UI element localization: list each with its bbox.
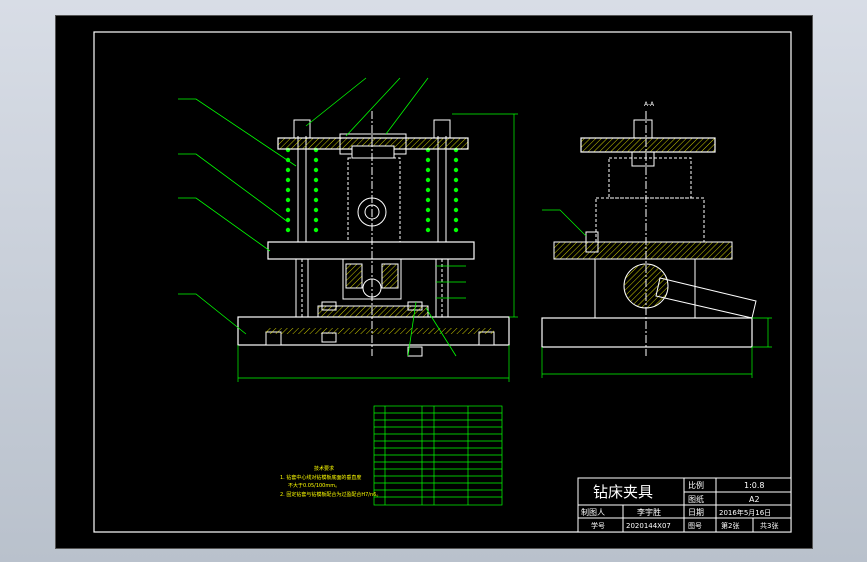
drawer-label: 制图人 xyxy=(581,507,605,517)
right-spring xyxy=(425,147,459,233)
left-column xyxy=(295,258,309,318)
drawing-canvas: A-A 技术要求 1. 钻套中心线对钻模板底面的垂直度 不大于0.05/100m… xyxy=(93,31,792,533)
sheet-size-label: 图纸 xyxy=(688,494,704,504)
drawing-no-label: 图号 xyxy=(688,522,702,530)
sheet-size-value: A2 xyxy=(749,495,760,504)
notes-line-1: 1. 钻套中心线对钻模板底面的垂直度 xyxy=(280,474,361,481)
total-count: 共3张 xyxy=(760,521,778,530)
student-no-value: 2020144X07 xyxy=(626,522,671,530)
cad-viewport[interactable]: A-A 技术要求 1. 钻套中心线对钻模板底面的垂直度 不大于0.05/100m… xyxy=(55,15,813,549)
date-value: 2016年5月16日 xyxy=(719,508,771,517)
side-view: A-A xyxy=(541,101,772,378)
side-middle-plate xyxy=(553,241,733,260)
middle-plate xyxy=(267,241,475,260)
front-view xyxy=(178,77,518,382)
side-base xyxy=(541,317,753,348)
notes-line-1b: 不大于0.05/100mm。 xyxy=(288,482,340,489)
scale-value: 1:0.8 xyxy=(744,481,765,490)
side-drill-plate xyxy=(580,137,716,153)
title-block: 钻床夹具 比例 1:0.8 图纸 A2 制图人 李宇胜 日期 2016年5月16… xyxy=(577,477,792,533)
drawing-title: 钻床夹具 xyxy=(593,483,653,501)
student-no-label: 学号 xyxy=(591,521,605,530)
sheet-count: 第2张 xyxy=(721,521,739,530)
right-column xyxy=(435,258,449,318)
side-view-label: A-A xyxy=(644,101,655,108)
date-label: 日期 xyxy=(688,508,704,517)
drawer-name: 李宇胜 xyxy=(637,507,661,517)
scale-label: 比例 xyxy=(688,480,704,490)
notes-line-2: 2. 固定钻套与钻模板配合为过盈配合H7/n6。 xyxy=(280,491,381,498)
technical-notes: 技术要求 1. 钻套中心线对钻模板底面的垂直度 不大于0.05/100mm。 2… xyxy=(280,465,381,498)
notes-heading: 技术要求 xyxy=(314,465,334,472)
left-spring xyxy=(285,147,319,233)
parts-list xyxy=(373,405,503,506)
